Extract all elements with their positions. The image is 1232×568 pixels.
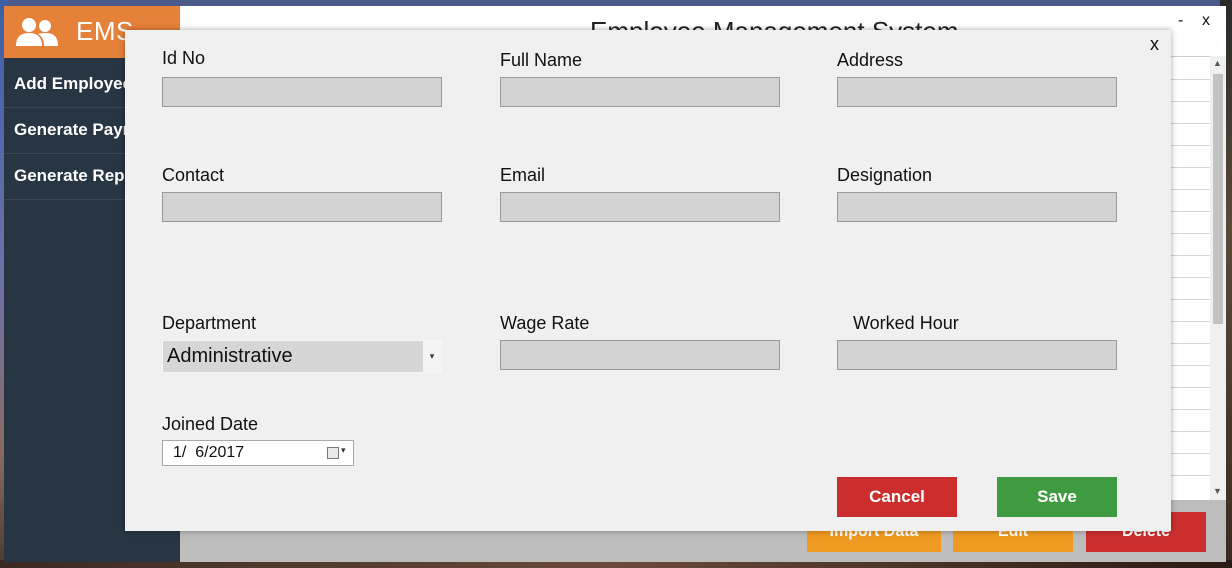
designation-label: Designation <box>837 165 933 185</box>
id-no-field[interactable] <box>162 77 442 107</box>
address-field[interactable] <box>837 77 1117 107</box>
email-label: Email <box>500 165 546 185</box>
save-button[interactable]: Save <box>997 477 1117 517</box>
chevron-down-icon[interactable]: ▾ <box>341 445 346 456</box>
wage-rate-field[interactable] <box>500 340 780 370</box>
contact-label: Contact <box>162 165 225 185</box>
contact-field[interactable] <box>162 192 442 222</box>
table-scrollbar[interactable]: ▲ ▼ <box>1210 56 1226 500</box>
wage-rate-label: Wage Rate <box>500 313 590 333</box>
joined-date-picker[interactable]: 1/ 6/2017 ▾ <box>162 440 354 466</box>
scroll-down-icon[interactable]: ▼ <box>1213 486 1222 496</box>
address-label: Address <box>837 50 904 70</box>
users-icon <box>16 18 58 46</box>
designation-field[interactable] <box>837 192 1117 222</box>
full-name-label: Full Name <box>500 50 583 70</box>
calendar-icon[interactable] <box>327 447 339 459</box>
department-select[interactable]: Administrative ▾ <box>162 340 442 373</box>
chevron-down-icon[interactable]: ▾ <box>423 341 441 372</box>
window-close-button[interactable]: x <box>1202 12 1210 30</box>
department-label: Department <box>162 313 257 333</box>
add-employee-dialog: x Id No Full Name Address Contact Email … <box>125 30 1171 531</box>
cancel-button[interactable]: Cancel <box>837 477 957 517</box>
department-value: Administrative <box>167 345 293 367</box>
minimize-button[interactable]: - <box>1178 12 1183 30</box>
email-field[interactable] <box>500 192 780 222</box>
full-name-field[interactable] <box>500 77 780 107</box>
scroll-thumb[interactable] <box>1213 74 1223 324</box>
joined-date-label: Joined Date <box>162 414 259 434</box>
dialog-close-button[interactable]: x <box>1150 34 1159 55</box>
worked-hour-label: Worked Hour <box>853 313 959 333</box>
worked-hour-field[interactable] <box>837 340 1117 370</box>
id-no-label: Id No <box>162 48 206 68</box>
scroll-up-icon[interactable]: ▲ <box>1213 58 1222 68</box>
joined-date-value: 1/ 6/2017 <box>173 444 245 461</box>
